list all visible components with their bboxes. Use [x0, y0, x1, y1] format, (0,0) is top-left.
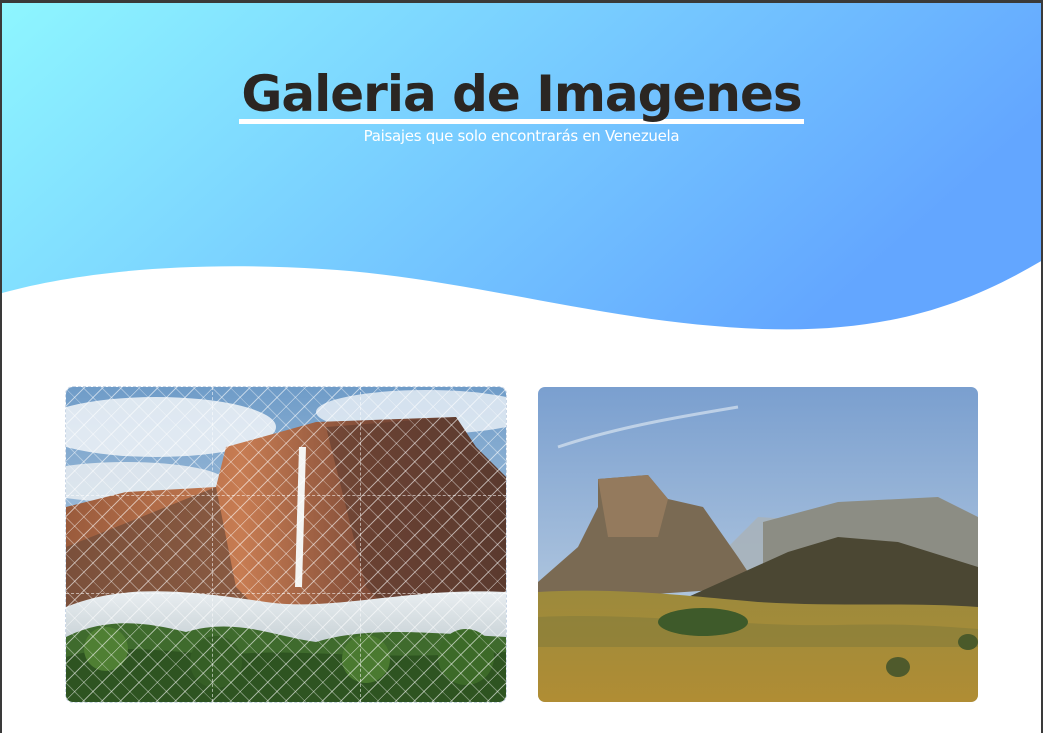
- page-subtitle: Paisajes que solo encontrarás en Venezue…: [363, 127, 680, 145]
- guide-line: [66, 495, 506, 496]
- hero-text: Galeria de Imagenes Paisajes que solo en…: [2, 63, 1041, 145]
- gallery-image-2[interactable]: [538, 387, 978, 702]
- plateau-image: [538, 387, 978, 702]
- gallery-image-1[interactable]: [65, 386, 507, 703]
- hero-header: Galeria de Imagenes Paisajes que solo en…: [2, 3, 1041, 343]
- page-title: Galeria de Imagenes: [239, 63, 804, 125]
- guide-line: [66, 593, 506, 594]
- guide-line: [360, 387, 361, 702]
- guide-line: [212, 387, 213, 702]
- page-frame: Galeria de Imagenes Paisajes que solo en…: [0, 0, 1043, 733]
- hero-wave-background: [2, 3, 1041, 330]
- waterfall-image: [66, 387, 506, 702]
